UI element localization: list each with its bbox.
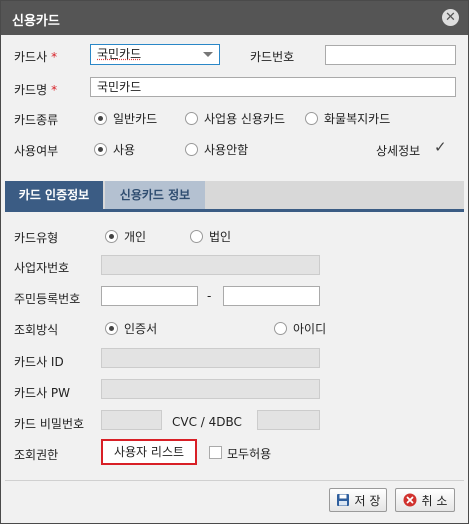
card-pw-label: 카드사 PW [14, 386, 71, 400]
dialog-titlebar: 신용카드 ✕ [1, 1, 468, 35]
use-yn-radio-use[interactable]: 사용 [94, 141, 135, 158]
card-kind-radio-general[interactable]: 일반카드 [94, 110, 157, 127]
detail-info-label: 상세정보 [376, 144, 421, 158]
use-yn-label: 사용여부 [14, 144, 59, 158]
cancel-label: 취 소 [421, 493, 448, 508]
card-company-label: 카드사 * [14, 50, 58, 64]
cvc-label: CVC / 4DBC [172, 415, 242, 429]
use-yn-radio-unused[interactable]: 사용안함 [185, 141, 248, 158]
radio-dot [94, 143, 107, 156]
radio-dot [305, 112, 318, 125]
card-pin-label: 카드 비밀번호 [14, 417, 85, 431]
permission-label: 조회권한 [14, 448, 59, 462]
chevron-down-icon [203, 52, 213, 57]
radio-dot [185, 112, 198, 125]
card-kind-label: 카드종류 [14, 113, 59, 127]
save-label: 저 장 [354, 493, 381, 508]
close-icon[interactable]: ✕ [442, 9, 459, 26]
business-no-field[interactable] [101, 255, 320, 275]
card-type-radio-personal[interactable]: 개인 [105, 228, 146, 245]
allow-all-label: 모두허용 [227, 447, 272, 461]
radio-dot [105, 322, 118, 335]
required-mark: * [51, 50, 58, 64]
query-method-label: 조회방식 [14, 323, 59, 337]
card-pw-field[interactable] [101, 379, 320, 399]
cvc-field[interactable] [257, 410, 320, 430]
radio-dot [94, 112, 107, 125]
credit-card-dialog: 신용카드 ✕ 카드사 * 국민카드 카드번호 카드명 * 국민카드 카드종류 일반카… [0, 0, 469, 524]
card-type-radio-corporate[interactable]: 법인 [190, 228, 231, 245]
resident-no-second-field[interactable] [223, 286, 320, 306]
query-method-radio-id[interactable]: 아이디 [274, 320, 326, 337]
card-company-select[interactable]: 국민카드 [90, 44, 220, 65]
card-kind-radio-freight[interactable]: 화물복지카드 [305, 110, 390, 127]
resident-no-separator: - [207, 289, 212, 303]
card-name-label: 카드명 * [14, 83, 58, 97]
footer-divider [5, 480, 464, 481]
required-mark: * [51, 83, 58, 97]
card-number-field[interactable] [325, 45, 456, 65]
card-number-label: 카드번호 [250, 50, 295, 64]
resident-no-label: 주민등록번호 [14, 292, 81, 306]
query-method-radio-cert[interactable]: 인증서 [105, 320, 157, 337]
radio-dot [185, 143, 198, 156]
tab-card-auth[interactable]: 카드 인증정보 [5, 181, 103, 209]
card-type-label: 카드유형 [14, 231, 59, 245]
user-list-button[interactable]: 사용자 리스트 [101, 439, 197, 465]
card-id-field[interactable] [101, 348, 320, 368]
save-button[interactable]: 저 장 [329, 488, 387, 512]
radio-dot [274, 322, 287, 335]
card-company-value: 국민카드 [97, 47, 142, 61]
resident-no-first-field[interactable] [101, 286, 198, 306]
detail-info-checkbox[interactable]: ✓ [434, 138, 447, 156]
allow-all-checkbox[interactable] [209, 446, 222, 459]
business-no-label: 사업자번호 [14, 261, 70, 275]
card-kind-radio-business[interactable]: 사업용 신용카드 [185, 110, 285, 127]
radio-dot [105, 230, 118, 243]
card-name-field[interactable]: 국민카드 [90, 77, 456, 97]
cancel-icon [403, 493, 417, 507]
card-id-label: 카드사 ID [14, 355, 64, 369]
dialog-title: 신용카드 [12, 14, 60, 29]
cancel-button[interactable]: 취 소 [395, 488, 455, 512]
floppy-disk-icon [336, 493, 350, 507]
tab-bar: 카드 인증정보 신용카드 정보 [5, 181, 464, 212]
tab-card-info[interactable]: 신용카드 정보 [105, 181, 205, 209]
card-pin-field[interactable] [101, 410, 162, 430]
radio-dot [190, 230, 203, 243]
